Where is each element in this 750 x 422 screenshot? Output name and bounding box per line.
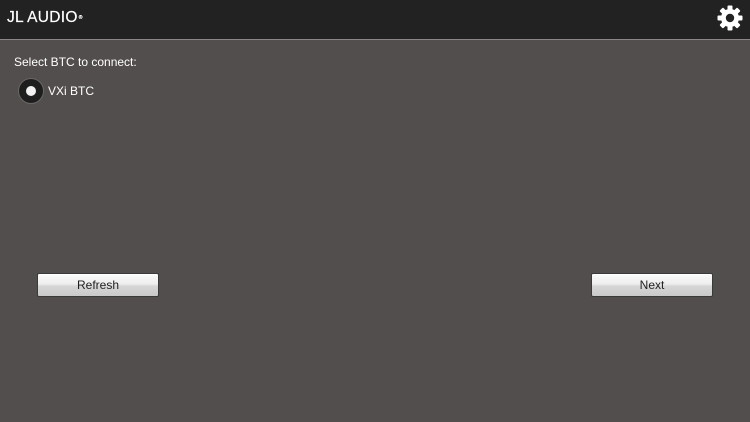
settings-button[interactable]	[716, 4, 744, 32]
radio-selected-dot	[26, 86, 36, 96]
app-window: JL AUDIO® Select BTC to connect: VXi BTC…	[0, 0, 750, 422]
gear-icon	[717, 5, 743, 31]
top-bar: JL AUDIO®	[0, 0, 750, 40]
device-option-vxi-btc[interactable]: VXi BTC	[18, 78, 94, 104]
next-button[interactable]: Next	[591, 273, 713, 297]
logo-text: JL AUDIO	[7, 9, 78, 26]
select-device-prompt: Select BTC to connect:	[14, 55, 137, 69]
radio-button[interactable]	[18, 78, 44, 104]
registered-mark: ®	[78, 15, 83, 21]
brand-logo: JL AUDIO®	[7, 9, 83, 27]
refresh-button[interactable]: Refresh	[37, 273, 159, 297]
device-label: VXi BTC	[48, 83, 95, 98]
